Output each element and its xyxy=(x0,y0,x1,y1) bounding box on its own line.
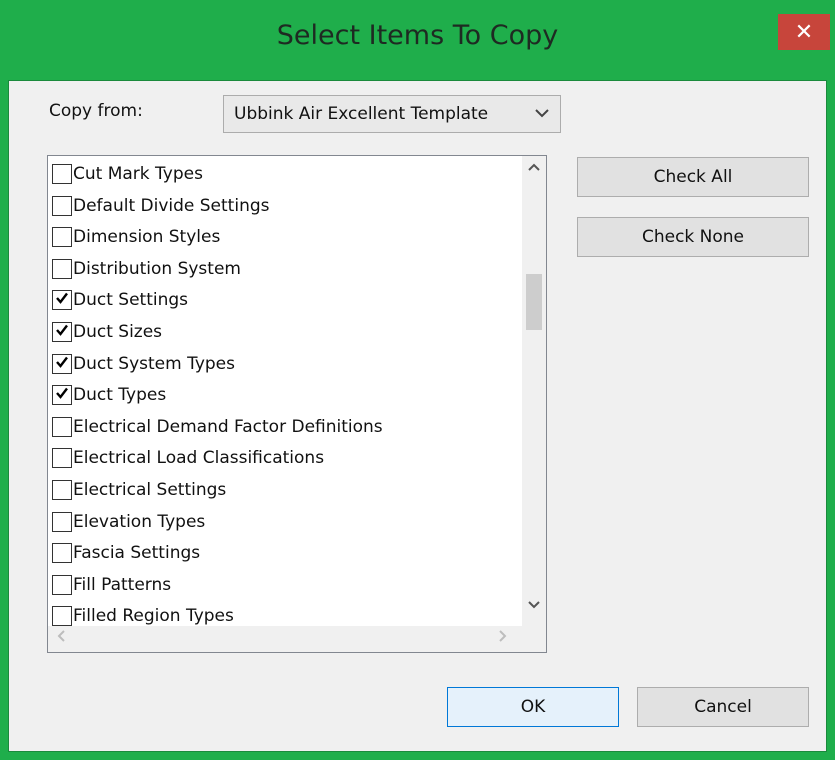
copy-from-dropdown[interactable]: Ubbink Air Excellent Template xyxy=(223,95,561,133)
copy-from-label: Copy from: xyxy=(49,101,143,121)
checklist-item[interactable]: Electrical Load Classifications xyxy=(52,442,324,474)
scroll-down-icon[interactable] xyxy=(522,598,546,622)
checkbox-unchecked[interactable] xyxy=(52,606,72,626)
scroll-up-icon[interactable] xyxy=(522,160,546,184)
checklist-item[interactable]: Filled Region Types xyxy=(52,600,234,626)
horizontal-scrollbar[interactable] xyxy=(48,626,524,652)
dialog-window: Select Items To Copy ✕ Copy from: Ubbink… xyxy=(0,0,835,760)
scrollbar-corner xyxy=(524,626,546,652)
checkbox-unchecked[interactable] xyxy=(52,574,72,595)
checkbox-checked[interactable] xyxy=(52,290,72,311)
checklist-item[interactable]: Electrical Demand Factor Definitions xyxy=(52,411,383,443)
checkmark-icon xyxy=(55,386,69,404)
chevron-down-icon xyxy=(534,104,550,123)
checkbox-unchecked[interactable] xyxy=(52,511,72,532)
checkmark-icon xyxy=(55,323,69,341)
checkmark-icon xyxy=(55,291,69,309)
checklist-item-label: Distribution System xyxy=(73,258,241,279)
checkbox-unchecked[interactable] xyxy=(52,543,72,564)
checklist-item-label: Fascia Settings xyxy=(73,543,201,564)
items-list: Cut Mark Types Default Divide Settings Dim… xyxy=(48,156,524,626)
close-button[interactable]: ✕ xyxy=(778,14,830,50)
checklist-item[interactable]: Distribution System xyxy=(52,253,241,285)
checklist-item[interactable]: Duct Settings xyxy=(52,284,188,316)
checklist-item-label: Duct System Types xyxy=(73,353,235,374)
checkbox-unchecked[interactable] xyxy=(52,416,72,437)
close-icon: ✕ xyxy=(794,19,814,45)
checkmark-icon xyxy=(55,355,69,373)
checkbox-checked[interactable] xyxy=(52,385,72,406)
dialog-title: Select Items To Copy xyxy=(276,20,559,51)
dialog-client-area: Copy from: Ubbink Air Excellent Template… xyxy=(8,80,827,752)
checklist-item-label: Default Divide Settings xyxy=(73,195,270,216)
vertical-scrollbar[interactable] xyxy=(522,156,546,626)
checklist-item[interactable]: Elevation Types xyxy=(52,506,205,538)
checklist-item-label: Duct Types xyxy=(73,385,167,406)
checkbox-unchecked[interactable] xyxy=(52,164,72,184)
checklist-item[interactable]: Electrical Settings xyxy=(52,474,226,506)
checklist-item[interactable]: Fill Patterns xyxy=(52,569,171,601)
checklist-item[interactable]: Duct Types xyxy=(52,379,166,411)
checkbox-checked[interactable] xyxy=(52,353,72,374)
checklist-item-label: Fill Patterns xyxy=(73,574,172,595)
checkbox-checked[interactable] xyxy=(52,322,72,342)
checklist-item-label: Electrical Settings xyxy=(73,480,227,500)
checkbox-unchecked[interactable] xyxy=(52,448,72,469)
checklist-item[interactable]: Dimension Styles xyxy=(52,221,220,253)
scroll-right-icon[interactable] xyxy=(498,628,508,647)
checklist-item-label: Dimension Styles xyxy=(73,227,221,248)
checklist-item-label: Duct Settings xyxy=(73,290,189,311)
checklist-item-label: Duct Sizes xyxy=(73,322,163,342)
check-none-button[interactable]: Check None xyxy=(577,217,809,257)
title-bar[interactable]: Select Items To Copy ✕ xyxy=(0,0,835,80)
checklist-item-label: Filled Region Types xyxy=(73,606,234,626)
checklist-item[interactable]: Fascia Settings xyxy=(52,537,200,569)
vertical-scroll-thumb[interactable] xyxy=(526,274,542,330)
checkbox-unchecked[interactable] xyxy=(52,227,72,248)
checklist-item-label: Elevation Types xyxy=(73,511,206,532)
scroll-left-icon[interactable] xyxy=(56,628,66,647)
checkbox-unchecked[interactable] xyxy=(52,480,72,500)
checklist-item-label: Cut Mark Types xyxy=(73,164,203,184)
cancel-button[interactable]: Cancel xyxy=(637,687,809,727)
ok-button[interactable]: OK xyxy=(447,687,619,727)
checklist-item[interactable]: Duct System Types xyxy=(52,348,235,380)
checklist-item[interactable]: Duct Sizes xyxy=(52,316,162,348)
checklist-item-label: Electrical Demand Factor Definitions xyxy=(73,416,383,437)
items-checklist[interactable]: Cut Mark Types Default Divide Settings Dim… xyxy=(47,155,547,653)
checklist-item[interactable]: Cut Mark Types xyxy=(52,158,203,190)
checklist-item[interactable]: Default Divide Settings xyxy=(52,190,270,222)
checkbox-unchecked[interactable] xyxy=(52,195,72,216)
check-all-button[interactable]: Check All xyxy=(577,157,809,197)
checklist-item-label: Electrical Load Classifications xyxy=(73,448,325,469)
copy-from-selected-value: Ubbink Air Excellent Template xyxy=(234,104,489,124)
checkbox-unchecked[interactable] xyxy=(52,258,72,279)
